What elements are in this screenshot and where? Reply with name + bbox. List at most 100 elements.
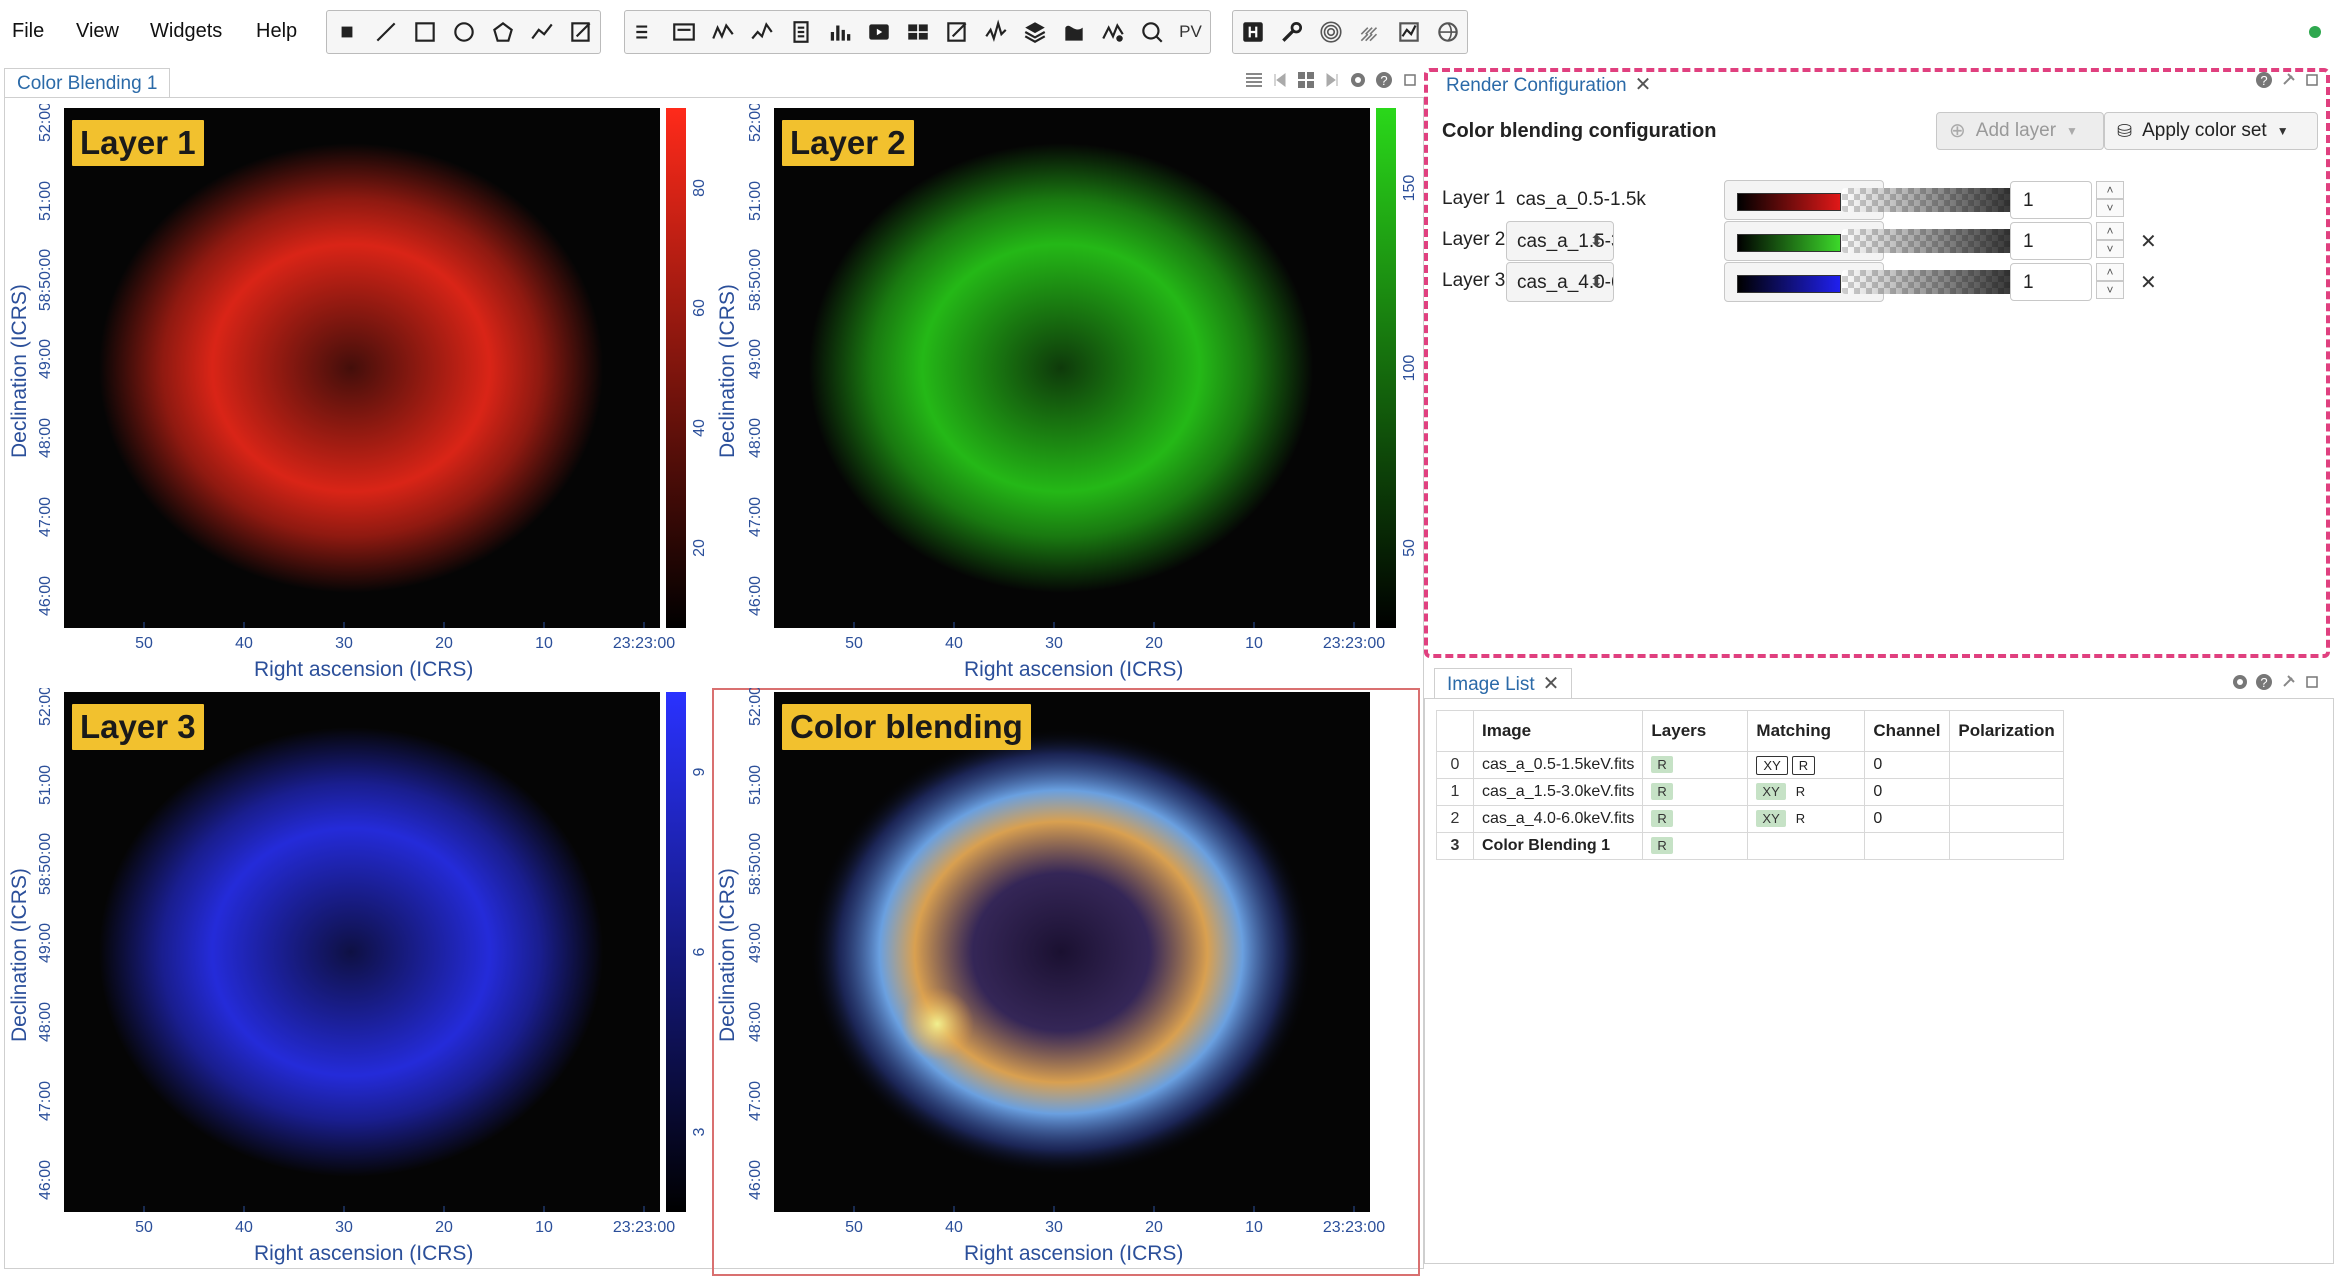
maximize-icon[interactable]: [2302, 70, 2322, 90]
histogram-icon[interactable]: [820, 11, 859, 53]
region-list-icon[interactable]: [937, 11, 976, 53]
spectral-line-query-icon[interactable]: [1132, 11, 1171, 53]
pin-icon[interactable]: [2278, 70, 2298, 90]
image-fitting-icon[interactable]: [1389, 11, 1428, 53]
first-image-icon[interactable]: [1270, 70, 1290, 90]
layer-tag[interactable]: R: [1651, 783, 1673, 800]
menu-widgets[interactable]: Widgets: [150, 20, 222, 43]
online-catalog-icon[interactable]: [1428, 11, 1467, 53]
statistics-icon[interactable]: [781, 11, 820, 53]
table-row[interactable]: 1 cas_a_1.5-3.0keV.fits R XY R 0: [1436, 778, 2064, 806]
tab-render-config[interactable]: Render Configuration ✕: [1434, 70, 1664, 100]
close-icon[interactable]: ✕: [1543, 673, 1560, 695]
layer-tag[interactable]: R: [1651, 837, 1673, 854]
column-header[interactable]: Polarization: [1949, 710, 2064, 752]
table-row[interactable]: 3 Color Blending 1 R: [1436, 832, 2064, 860]
last-image-icon[interactable]: [1322, 70, 1342, 90]
alpha-stepper[interactable]: ˄ ˅: [2096, 181, 2124, 219]
apply-color-set-button[interactable]: ⛁ Apply color set ▼: [2104, 112, 2318, 150]
caret-down-icon: ▼: [2276, 124, 2289, 138]
column-header[interactable]: Matching: [1747, 710, 1866, 752]
contour-icon[interactable]: [1311, 11, 1350, 53]
pv-generator-icon[interactable]: PV: [1171, 11, 1210, 53]
column-header[interactable]: Layers: [1642, 710, 1749, 752]
layer-image-select[interactable]: cas_a_0.5-1.5k...: [1506, 180, 1646, 220]
rectangle-icon[interactable]: [405, 11, 444, 53]
image-canvas[interactable]: 50 40 30 20 10 23:23:00 52:00 51:00 58:50:00 49:0…: [4, 104, 712, 692]
matching-tag[interactable]: R: [1791, 755, 1816, 775]
vector-overlay-icon[interactable]: [1350, 11, 1389, 53]
alpha-input[interactable]: 1: [2010, 263, 2092, 301]
alpha-stepper[interactable]: ˄ ˅: [2096, 263, 2124, 301]
animator-icon[interactable]: [859, 11, 898, 53]
tab-image-list[interactable]: Image List ✕: [1434, 668, 1573, 698]
tile-layout-icon[interactable]: [1244, 70, 1264, 90]
alpha-stepper[interactable]: ˄ ˅: [2096, 222, 2124, 260]
settings-gear-icon[interactable]: [1348, 70, 1368, 90]
layers-cell: R: [1642, 805, 1749, 833]
spectral-analysis-icon[interactable]: [976, 11, 1015, 53]
chevron-down-icon[interactable]: ˅: [2096, 199, 2124, 217]
hips-icon[interactable]: [1233, 11, 1272, 53]
help-icon[interactable]: ?: [1374, 70, 1394, 90]
pin-icon[interactable]: [2278, 672, 2298, 692]
close-icon[interactable]: ✕: [1635, 74, 1652, 96]
image-canvas[interactable]: 50 40 30 20 10 23:23:00 52:00 51:00 58:50:00 49:0…: [712, 104, 1420, 692]
matching-tag[interactable]: XY: [1756, 783, 1786, 800]
column-header[interactable]: Image: [1472, 710, 1644, 752]
matching-tag[interactable]: XY: [1756, 810, 1786, 827]
menu-file[interactable]: File: [12, 20, 44, 43]
image-panel-4[interactable]: 50 40 30 20 10 23:23:00 52:00 51:00 58:50:00 49:0…: [712, 688, 1420, 1276]
image-panel-2[interactable]: 50 40 30 20 10 23:23:00 52:00 51:00 58:50:00 49:0…: [712, 104, 1420, 692]
annotation-icon[interactable]: [561, 11, 600, 53]
chevron-down-icon[interactable]: ˅: [2096, 240, 2124, 258]
maximize-icon[interactable]: [1400, 70, 1420, 90]
image-panel-3[interactable]: 50 40 30 20 10 23:23:00 52:00 51:00 58:50:00 49:0…: [4, 688, 712, 1276]
spectral-profiler-icon[interactable]: [742, 11, 781, 53]
help-icon[interactable]: ?: [2254, 672, 2274, 692]
layer-tag[interactable]: R: [1651, 756, 1673, 773]
remove-layer-icon[interactable]: ✕: [2140, 229, 2157, 254]
grid-layout-icon[interactable]: [1296, 70, 1316, 90]
image-view-header-icons: ?: [1244, 70, 1420, 90]
help-icon[interactable]: ?: [2254, 70, 2274, 90]
file-header-icon[interactable]: [625, 11, 664, 53]
line-icon[interactable]: [366, 11, 405, 53]
polygon-icon[interactable]: [483, 11, 522, 53]
tab-image-view[interactable]: Color Blending 1: [4, 68, 171, 98]
render-config-icon[interactable]: [898, 11, 937, 53]
menu-help[interactable]: Help: [256, 20, 297, 43]
matching-tag[interactable]: XY: [1756, 755, 1788, 775]
settings-gear-icon[interactable]: [2230, 672, 2250, 692]
remove-layer-icon[interactable]: ✕: [2140, 270, 2157, 295]
image-list-icon[interactable]: [1054, 11, 1093, 53]
matching-tag[interactable]: R: [1790, 810, 1811, 827]
chevron-up-icon[interactable]: ˄: [2096, 222, 2124, 240]
layer-image-select[interactable]: cas_a_4.0-6.⬍: [1506, 262, 1614, 302]
matching-tag[interactable]: R: [1790, 783, 1811, 800]
catalog-icon[interactable]: [1093, 11, 1132, 53]
table-row[interactable]: 0 cas_a_0.5-1.5keV.fits R XY R 0: [1436, 751, 2064, 779]
column-header[interactable]: Channel: [1864, 710, 1951, 752]
image-info-icon[interactable]: [664, 11, 703, 53]
chevron-down-icon[interactable]: ˅: [2096, 281, 2124, 299]
image-canvas[interactable]: 50 40 30 20 10 23:23:00 52:00 51:00 58:50:00 49:0…: [712, 688, 1420, 1276]
maximize-icon[interactable]: [2302, 672, 2322, 692]
stokes-icon[interactable]: [1015, 11, 1054, 53]
layer-image-select[interactable]: cas_a_1.5-3.⬍: [1506, 221, 1614, 261]
table-row[interactable]: 2 cas_a_4.0-6.0keV.fits R XY R 0: [1436, 805, 2064, 833]
alpha-input[interactable]: 1: [2010, 222, 2092, 260]
spatial-profiler-icon[interactable]: [703, 11, 742, 53]
ellipse-icon[interactable]: [444, 11, 483, 53]
wrench-icon[interactable]: [1272, 11, 1311, 53]
layer-tag[interactable]: R: [1651, 810, 1673, 827]
add-layer-button[interactable]: ⊕ Add layer ▼: [1936, 112, 2104, 150]
image-panel-1[interactable]: 50 40 30 20 10 23:23:00 52:00 51:00 58:50:00 49:0…: [4, 104, 712, 692]
alpha-input[interactable]: 1: [2010, 181, 2092, 219]
image-canvas[interactable]: 50 40 30 20 10 23:23:00 52:00 51:00 58:50:00 49:0…: [4, 688, 712, 1276]
polyline-icon[interactable]: [522, 11, 561, 53]
chevron-up-icon[interactable]: ˄: [2096, 263, 2124, 281]
menu-view[interactable]: View: [76, 20, 119, 43]
chevron-up-icon[interactable]: ˄: [2096, 181, 2124, 199]
point-icon[interactable]: [327, 11, 366, 53]
